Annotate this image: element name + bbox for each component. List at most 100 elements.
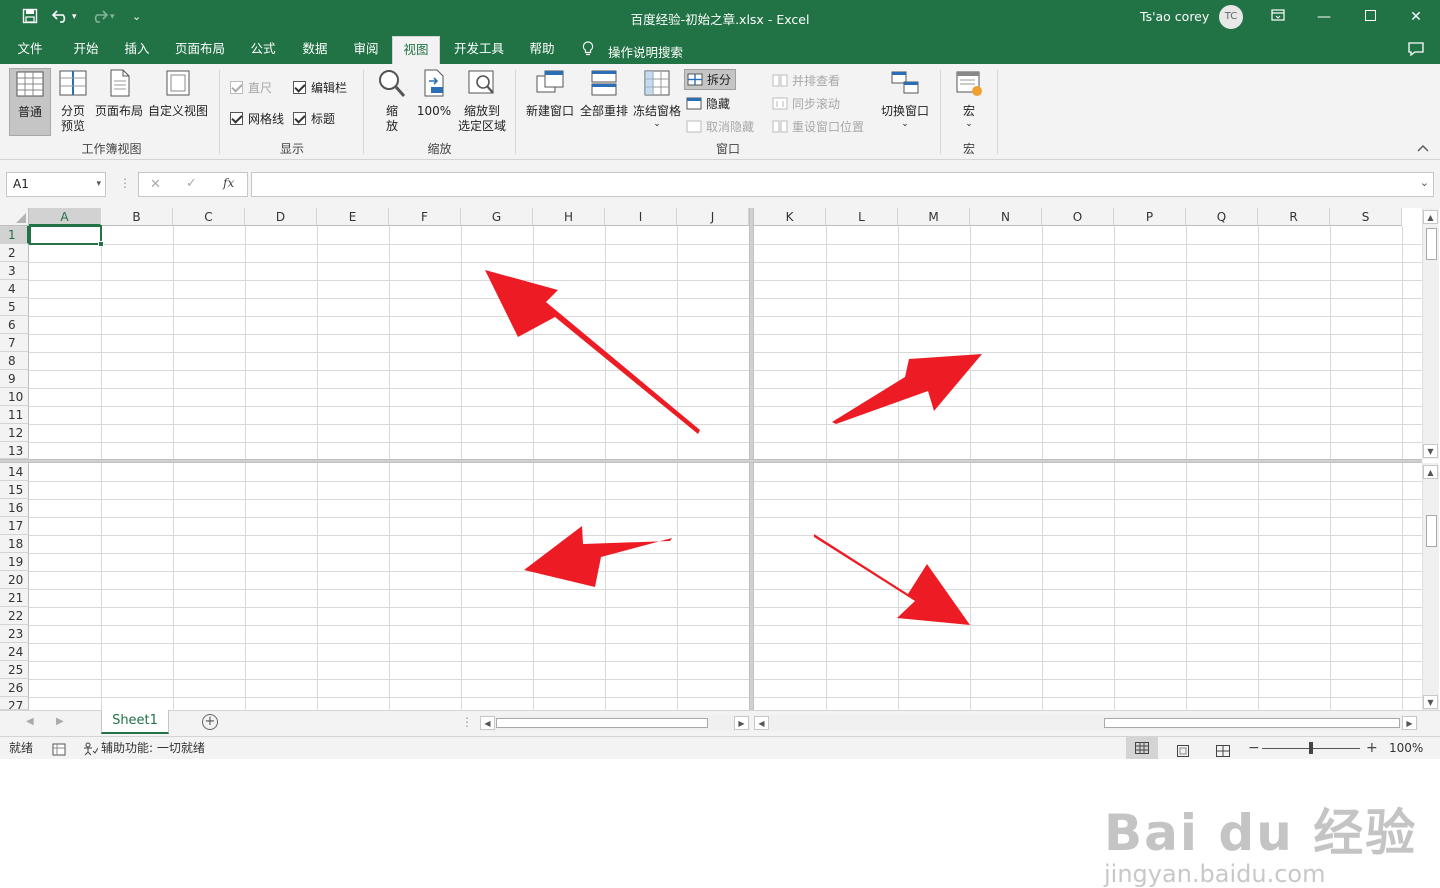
gridlines-checkbox[interactable]: 网格线	[230, 110, 284, 127]
status-bar: 就绪 辅助功能: 一切就绪 − + 100%	[0, 736, 1440, 759]
app-name: Excel	[776, 12, 810, 27]
tab-split-grip-icon[interactable]: ⋮	[461, 715, 473, 729]
custom-views-button[interactable]: 自定义视图	[146, 68, 210, 119]
normal-view-icon	[16, 71, 44, 97]
name-box-dropdown-icon[interactable]: ▾	[96, 173, 101, 196]
formula-bar-grip-icon: ⋮	[119, 176, 131, 190]
switch-windows-button[interactable]: 切换窗口 ⌄	[878, 68, 932, 129]
insert-function-icon[interactable]: fx	[223, 176, 234, 190]
customize-qat-icon[interactable]: ⌄	[132, 8, 141, 26]
scroll-up-icon[interactable]: ▲	[1423, 210, 1438, 224]
accessibility-icon[interactable]	[82, 741, 99, 763]
group-separator	[997, 70, 998, 154]
name-box[interactable]: A1 ▾	[6, 172, 106, 197]
tab-help[interactable]: 帮助	[520, 36, 564, 64]
scroll-left-icon[interactable]: ◀	[754, 716, 769, 730]
tab-home[interactable]: 开始	[62, 36, 110, 64]
worksheet-grid[interactable]: ABCDEFGHIJ KLMNOPQRS 1 2 3 4 5 6 7 8 9 10 11 12 13 1…	[0, 208, 1440, 888]
zoom-out-icon[interactable]: −	[1248, 737, 1260, 759]
hide-window-button[interactable]: 隐藏	[686, 95, 730, 112]
scroll-right-icon[interactable]: ▶	[1402, 716, 1417, 730]
reset-window-position-button: 重设窗口位置	[772, 118, 864, 135]
side-by-side-icon	[772, 74, 788, 87]
checkbox-headings-box	[293, 112, 306, 125]
scroll-left-icon[interactable]: ◀	[480, 716, 495, 730]
ribbon-display-options-icon[interactable]	[1266, 6, 1290, 28]
group-label-zoom: 缩放	[427, 142, 452, 156]
avatar[interactable]: TC	[1219, 5, 1243, 29]
tell-me-search[interactable]: 操作说明搜索	[608, 42, 683, 61]
formula-bar-checkbox[interactable]: 编辑栏	[293, 79, 347, 96]
zoom-in-icon[interactable]: +	[1366, 737, 1378, 759]
normal-view-status-button[interactable]	[1126, 737, 1158, 759]
file-name: 百度经验-初始之章.xlsx	[630, 12, 764, 27]
close-icon[interactable]: ✕	[1404, 6, 1428, 28]
scroll-up-icon[interactable]: ▲	[1423, 465, 1438, 479]
sheet-tab-sheet1[interactable]: Sheet1	[101, 710, 169, 734]
horizontal-scrollbar-right[interactable]: ◀ ▶	[754, 715, 1418, 731]
magnifier-icon	[379, 70, 406, 97]
group-label-macros: 宏	[962, 142, 975, 156]
tab-review[interactable]: 审阅	[344, 36, 388, 64]
status-ready: 就绪	[9, 741, 34, 755]
save-icon[interactable]	[22, 8, 38, 28]
prev-sheet-icon[interactable]: ◀	[26, 716, 34, 727]
scroll-right-icon[interactable]: ▶	[734, 716, 749, 730]
tab-formulas[interactable]: 公式	[240, 36, 286, 64]
page-layout-status-icon[interactable]	[1176, 742, 1190, 764]
expand-formula-bar-icon[interactable]: ⌄	[1420, 176, 1429, 189]
zoom-slider-thumb[interactable]	[1309, 742, 1313, 754]
group-label-show: 显示	[279, 142, 304, 156]
zoom-100-button[interactable]: 100%	[414, 68, 454, 119]
scroll-thumb[interactable]	[1104, 718, 1400, 728]
arrow-down-left	[524, 526, 672, 587]
next-sheet-icon[interactable]: ▶	[56, 716, 64, 727]
tab-view[interactable]: 视图	[392, 36, 440, 64]
redo-icon	[90, 8, 109, 28]
normal-view-button[interactable]: 普通	[9, 68, 51, 136]
minimize-icon[interactable]: —	[1312, 6, 1336, 28]
zoom-button[interactable]: 缩 放	[374, 68, 410, 134]
accessibility-status[interactable]: 辅助功能: 一切就绪	[101, 737, 205, 759]
vertical-scrollbar-bottom[interactable]: ▲ ▼	[1422, 463, 1439, 710]
split-button[interactable]: 拆分	[684, 69, 736, 90]
page-break-preview-button[interactable]: 分页 预览	[54, 68, 92, 134]
undo-dropdown-icon[interactable]: ▾	[72, 8, 77, 26]
reset-position-icon	[772, 120, 788, 133]
scroll-down-icon[interactable]: ▼	[1423, 695, 1438, 709]
formula-buttons: ✕ ✓ fx	[138, 172, 248, 197]
zoom-level[interactable]: 100%	[1389, 737, 1423, 759]
page-break-status-icon[interactable]	[1216, 742, 1230, 764]
headings-checkbox[interactable]: 标题	[293, 110, 335, 127]
scroll-thumb[interactable]	[496, 718, 708, 728]
undo-icon[interactable]	[51, 8, 70, 28]
formula-input[interactable]: ⌄	[251, 172, 1434, 197]
tab-data[interactable]: 数据	[292, 36, 338, 64]
comments-icon[interactable]	[1407, 41, 1425, 60]
new-window-button[interactable]: 新建窗口	[524, 68, 576, 119]
macros-button[interactable]: 宏 ⌄	[950, 68, 988, 129]
user-name[interactable]: Ts'ao corey	[1140, 9, 1209, 24]
page-layout-button[interactable]: 页面布局	[93, 68, 145, 119]
tab-file[interactable]: 文件	[8, 36, 52, 64]
arrange-all-button[interactable]: 全部重排	[578, 68, 630, 119]
tab-developer[interactable]: 开发工具	[446, 36, 512, 64]
freeze-panes-button[interactable]: 冻结窗格 ⌄	[631, 68, 683, 129]
redo-dropdown-icon: ▾	[110, 12, 115, 22]
zoom-to-selection-button[interactable]: 缩放到 选定区域	[455, 68, 509, 134]
collapse-ribbon-icon[interactable]	[1416, 142, 1430, 156]
baidu-watermark: Bai du 经验 jingyan.baidu.com	[1104, 804, 1418, 888]
new-window-icon	[536, 70, 564, 93]
scroll-thumb[interactable]	[1426, 515, 1437, 547]
freeze-panes-dropdown-icon: ⌄	[653, 119, 661, 129]
scroll-down-icon[interactable]: ▼	[1423, 444, 1438, 458]
lightbulb-icon	[582, 41, 594, 60]
macro-record-icon[interactable]	[52, 741, 66, 763]
scroll-thumb[interactable]	[1426, 228, 1437, 260]
tab-insert[interactable]: 插入	[114, 36, 160, 64]
vertical-scrollbar-top[interactable]: ▲ ▼	[1422, 208, 1439, 459]
tab-page-layout[interactable]: 页面布局	[168, 36, 232, 64]
new-sheet-icon[interactable]: +	[202, 714, 218, 730]
maximize-icon[interactable]	[1358, 6, 1382, 28]
horizontal-scrollbar-left[interactable]: ◀ ▶	[480, 715, 750, 731]
